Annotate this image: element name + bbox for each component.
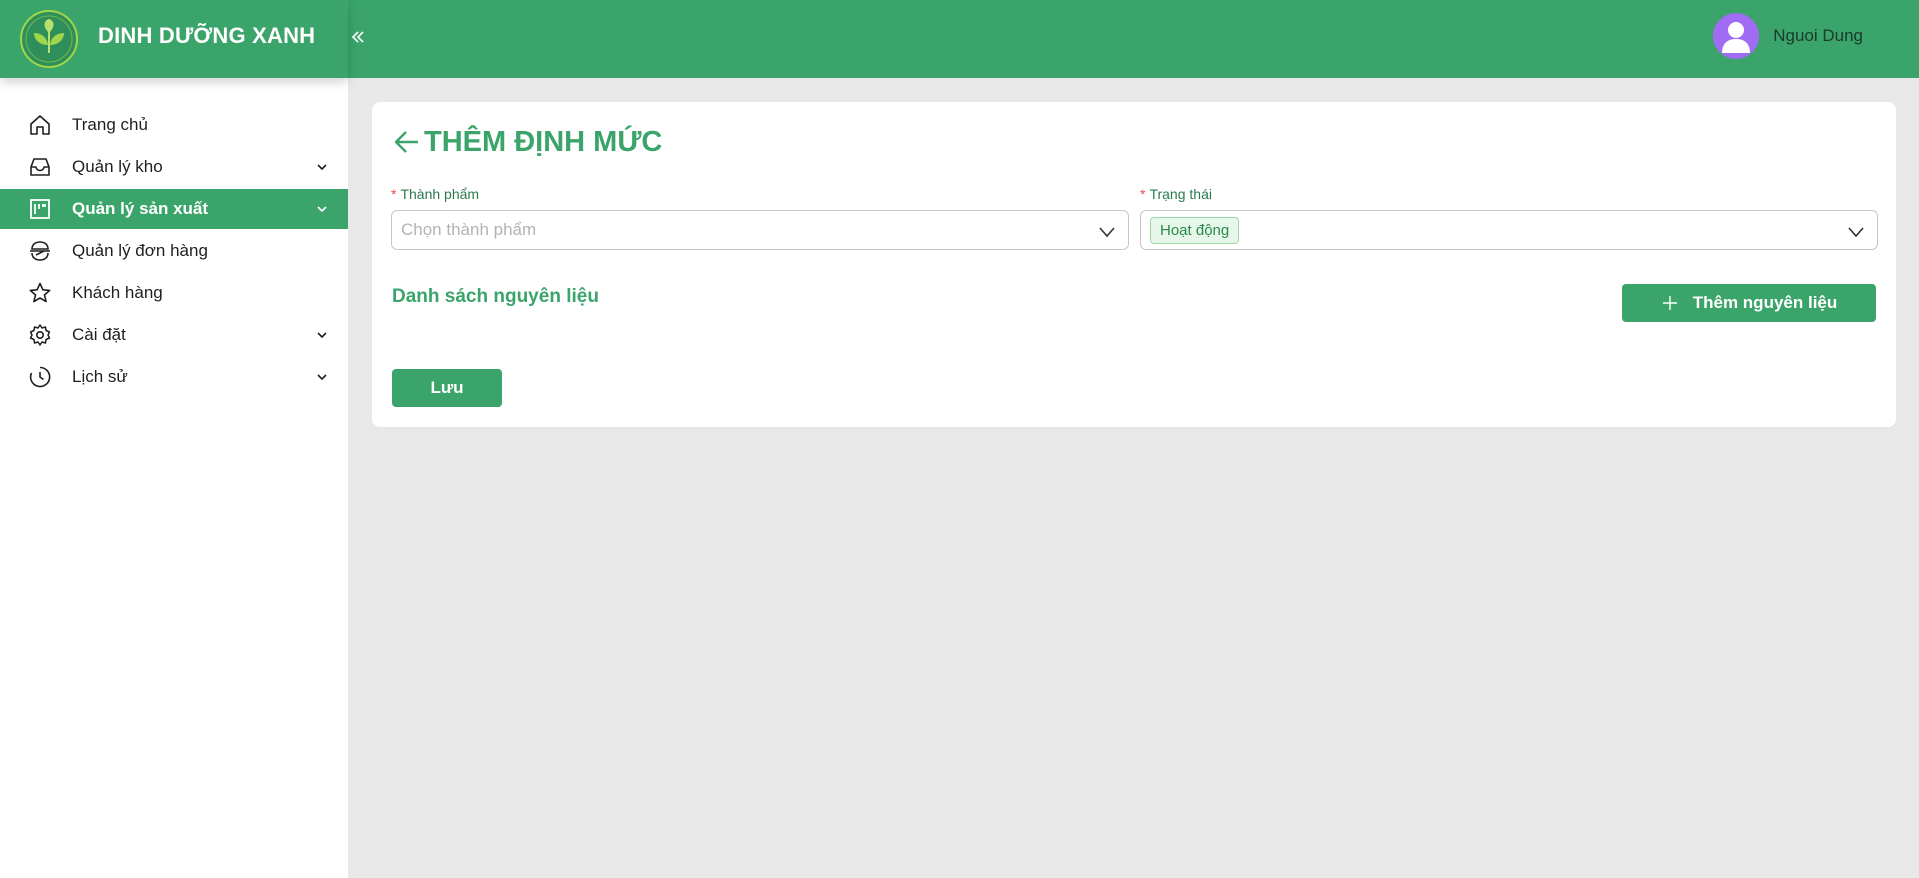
sidebar-item-warehouse[interactable]: Quản lý kho bbox=[0, 147, 348, 187]
chevron-down-icon bbox=[317, 332, 327, 339]
sidebar-item-label: Cài đặt bbox=[72, 325, 126, 344]
brand-header: DINH DƯỠNG XANH bbox=[0, 0, 348, 78]
sidebar-item-label: Lịch sử bbox=[72, 367, 128, 386]
sidebar-item-production[interactable]: Quản lý sản xuất bbox=[0, 189, 348, 229]
chevron-down-icon bbox=[1848, 227, 1864, 238]
form-card: THÊM ĐỊNH MỨC * Thành phẩm Chọn thành phẩ… bbox=[372, 102, 1896, 427]
brand-name: DINH DƯỠNG XANH bbox=[98, 23, 316, 48]
status-tag: Hoạt động bbox=[1150, 216, 1240, 244]
double-chevron-left-icon bbox=[351, 31, 364, 43]
chevron-down-icon bbox=[317, 206, 327, 213]
order-icon bbox=[30, 241, 50, 261]
page-title-row: THÊM ĐỊNH MỨC bbox=[392, 122, 662, 162]
inbox-icon bbox=[30, 158, 50, 176]
required-mark: * bbox=[1140, 186, 1146, 202]
sidebar-item-label: Quản lý sản xuất bbox=[72, 199, 209, 218]
required-mark: * bbox=[391, 186, 397, 202]
chevron-down-icon bbox=[317, 374, 327, 381]
status-select[interactable]: Hoạt động bbox=[1140, 210, 1878, 250]
product-placeholder: Chọn thành phẩm bbox=[401, 220, 537, 239]
collapse-sidebar-button[interactable] bbox=[348, 22, 368, 52]
product-select[interactable]: Chọn thành phẩm bbox=[391, 210, 1129, 250]
chevron-down-icon bbox=[1099, 227, 1115, 238]
user-name: Nguoi Dung bbox=[1773, 26, 1863, 45]
star-icon bbox=[29, 282, 51, 303]
sidebar-item-label: Khách hàng bbox=[72, 283, 163, 302]
sidebar-item-settings[interactable]: Cài đặt bbox=[0, 315, 348, 355]
plus-icon bbox=[1662, 296, 1677, 310]
page-title: THÊM ĐỊNH MỨC bbox=[424, 125, 663, 158]
user-menu[interactable]: Nguoi Dung bbox=[1713, 13, 1863, 59]
materials-section-title: Danh sách nguyên liệu bbox=[392, 286, 599, 307]
sidebar-item-label: Trang chủ bbox=[72, 115, 148, 134]
sidebar-item-orders[interactable]: Quản lý đơn hàng bbox=[0, 231, 348, 271]
clock-icon bbox=[29, 366, 51, 388]
product-field: * Thành phẩm Chọn thành phẩm bbox=[391, 186, 1129, 250]
user-icon bbox=[1722, 22, 1751, 53]
status-field: * Trạng thái Hoạt động bbox=[1140, 186, 1878, 250]
leaf-logo-icon bbox=[20, 10, 78, 68]
production-icon bbox=[30, 199, 50, 219]
arrow-left-icon[interactable] bbox=[392, 127, 422, 157]
status-label: * Trạng thái bbox=[1140, 186, 1878, 204]
sidebar-item-label: Quản lý kho bbox=[72, 157, 163, 176]
sidebar-item-history[interactable]: Lịch sử bbox=[0, 357, 348, 397]
chevron-down-icon bbox=[317, 164, 327, 171]
sidebar-item-label: Quản lý đơn hàng bbox=[72, 241, 208, 260]
home-icon bbox=[30, 115, 50, 135]
sidebar: Trang chủ Quản lý kho Quản lý sản xuất Q… bbox=[0, 78, 348, 878]
status-label-text: Trạng thái bbox=[1149, 186, 1212, 202]
avatar[interactable] bbox=[1713, 13, 1760, 59]
product-label: * Thành phẩm bbox=[391, 186, 1129, 204]
sidebar-menu: Trang chủ Quản lý kho Quản lý sản xuất Q… bbox=[0, 105, 348, 399]
gear-icon bbox=[29, 324, 51, 346]
add-material-label: Thêm nguyên liệu bbox=[1692, 293, 1838, 312]
add-material-button[interactable]: Thêm nguyên liệu bbox=[1622, 284, 1876, 322]
sidebar-item-home[interactable]: Trang chủ bbox=[0, 105, 348, 145]
sidebar-item-customers[interactable]: Khách hàng bbox=[0, 273, 348, 313]
save-button[interactable]: Lưu bbox=[392, 369, 502, 407]
product-label-text: Thành phẩm bbox=[400, 186, 480, 202]
